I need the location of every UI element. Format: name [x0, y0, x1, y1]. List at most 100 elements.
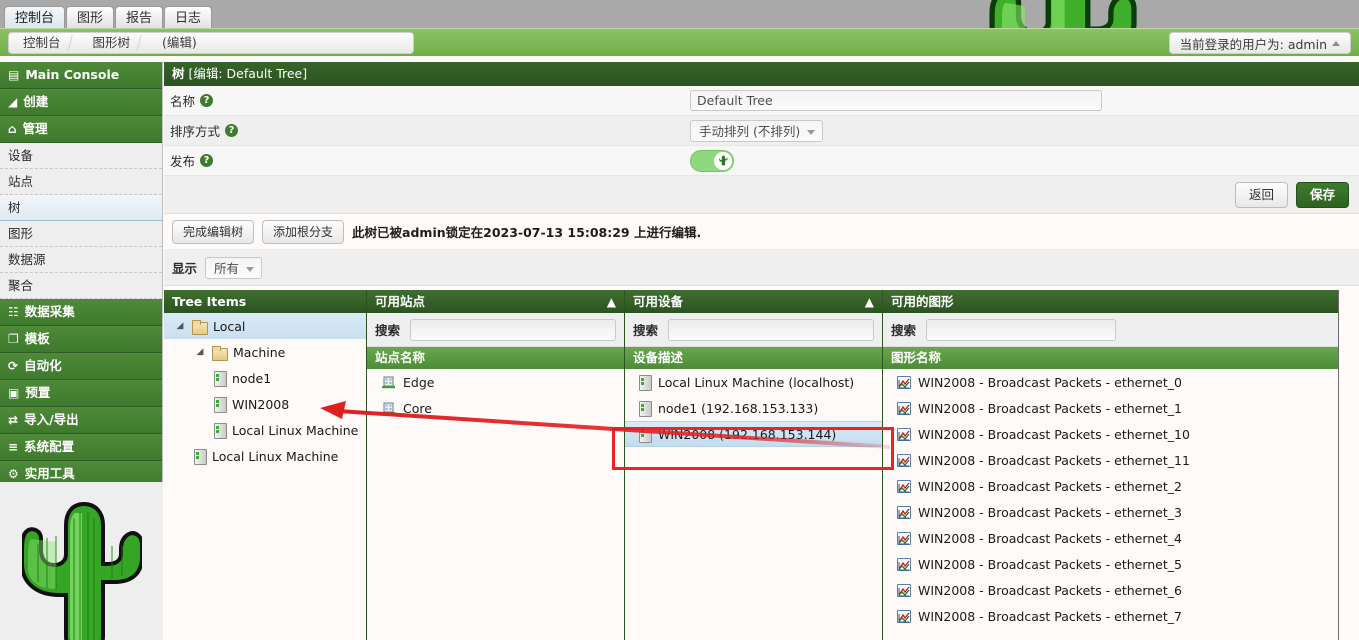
sidebar-create[interactable]: ◢ 创建	[0, 89, 162, 116]
list-item[interactable]: Local Linux Machine (localhost)	[625, 369, 882, 395]
sidebar-label: 数据采集	[24, 304, 75, 319]
sidebar-item-devices[interactable]: 设备	[0, 143, 162, 169]
sort-label: 排序方式	[170, 124, 221, 139]
sidebar-item-graphs[interactable]: 图形	[0, 221, 162, 247]
graph-label: WIN2008 - Broadcast Packets - ethernet_5	[918, 556, 1182, 572]
help-icon[interactable]: ?	[200, 154, 214, 167]
devices-search-input[interactable]	[668, 318, 874, 341]
show-filter-value: 所有	[214, 261, 240, 276]
sidebar-presets[interactable]: ▣ 预置	[0, 380, 162, 407]
help-icon[interactable]: ?	[225, 124, 239, 137]
graphs-search-label: 搜索	[891, 323, 917, 338]
list-item[interactable]: WIN2008 - Broadcast Packets - ethernet_6	[883, 577, 1338, 603]
graph-label: WIN2008 - Broadcast Packets - ethernet_1…	[918, 452, 1190, 468]
breadcrumb-bar: 控制台 图形树 (编辑) 当前登录的用户为: admin	[0, 28, 1359, 56]
tree-name-input[interactable]	[690, 90, 1102, 111]
list-item[interactable]: Core	[367, 395, 624, 421]
panel-title: 可用设备	[633, 293, 684, 309]
devices-list: Local Linux Machine (localhost) node1 (1…	[625, 369, 882, 640]
graph-icon	[897, 583, 911, 597]
back-button[interactable]: 返回	[1234, 181, 1288, 208]
book-icon: ▤	[8, 68, 20, 82]
panel-available-sites: 可用站点 ▲ 搜索 站点名称 Edge Core	[367, 290, 625, 640]
graphs-list: WIN2008 - Broadcast Packets - ethernet_0…	[883, 369, 1338, 640]
breadcrumb-item-graph-tree[interactable]: 图形树	[79, 33, 149, 53]
sidebar-item-trees[interactable]: 树	[0, 195, 162, 221]
sidebar-configuration[interactable]: ≡ 系统配置	[0, 434, 162, 461]
sidebar-item-datasources[interactable]: 数据源	[0, 247, 162, 273]
sidebar-label: 管理	[22, 121, 48, 136]
current-user-menu[interactable]: 当前登录的用户为: admin	[1168, 32, 1351, 54]
sidebar-templates[interactable]: ❐ 模板	[0, 326, 162, 353]
graph-icon	[897, 375, 911, 389]
device-label: node1 (192.168.153.133)	[658, 400, 819, 416]
devices-search-row: 搜索	[625, 313, 882, 347]
graph-icon	[897, 427, 911, 441]
panel-tree-items: Tree Items ◢ Local ◢ Machine node1 WIN20…	[164, 290, 367, 640]
graph-label: WIN2008 - Broadcast Packets - ethernet_4	[918, 530, 1182, 546]
list-item[interactable]: WIN2008 - Broadcast Packets - ethernet_7	[883, 603, 1338, 629]
sidebar-item-sites[interactable]: 站点	[0, 169, 162, 195]
page-title-bold: 树	[172, 66, 185, 81]
graph-label: WIN2008 - Broadcast Packets - ethernet_6	[918, 582, 1182, 598]
sliders-icon: ≡	[8, 440, 19, 454]
sidebar-item-aggregates[interactable]: 聚合	[0, 273, 162, 299]
breadcrumb-item-console[interactable]: 控制台	[9, 33, 79, 53]
tree-node-local[interactable]: ◢ Local	[164, 313, 366, 339]
tab-logs[interactable]: 日志	[164, 6, 213, 28]
save-button[interactable]: 保存	[1295, 181, 1349, 208]
list-item[interactable]: WIN2008 - Broadcast Packets - ethernet_1	[883, 395, 1338, 421]
tree-node-machine[interactable]: ◢ Machine	[164, 339, 366, 365]
list-item[interactable]: WIN2008 - Broadcast Packets - ethernet_3	[883, 499, 1338, 525]
template-icon: ❐	[8, 332, 19, 346]
twisty-open-icon[interactable]: ◢	[194, 347, 206, 357]
sidebar-automation[interactable]: ⟳ 自动化	[0, 353, 162, 380]
graph-label: WIN2008 - Broadcast Packets - ethernet_1	[918, 400, 1182, 416]
graph-icon	[897, 531, 911, 545]
device-icon	[214, 371, 227, 387]
finish-edit-tree-button[interactable]: 完成编辑树	[172, 219, 255, 244]
graphs-search-input[interactable]	[926, 318, 1117, 341]
add-root-branch-button[interactable]: 添加根分支	[262, 219, 345, 244]
list-item[interactable]: WIN2008 - Broadcast Packets - ethernet_0	[883, 369, 1338, 395]
help-icon[interactable]: ?	[200, 94, 214, 107]
list-item[interactable]: node1 (192.168.153.133)	[625, 395, 882, 421]
panel-tree-items-header: Tree Items	[164, 290, 366, 313]
list-item[interactable]: WIN2008 - Broadcast Packets - ethernet_1…	[883, 447, 1338, 473]
device-icon	[639, 401, 652, 417]
list-item[interactable]: WIN2008 - Broadcast Packets - ethernet_4	[883, 525, 1338, 551]
sites-search-input[interactable]	[410, 318, 616, 341]
publish-toggle[interactable]	[690, 149, 734, 172]
twisty-open-icon[interactable]: ◢	[174, 321, 186, 331]
tree-node-local-linux-machine[interactable]: Local Linux Machine	[164, 443, 366, 469]
device-icon	[194, 449, 207, 465]
collapse-up-icon[interactable]: ▲	[865, 296, 874, 308]
tab-reports[interactable]: 报告	[115, 6, 164, 28]
list-item-selected[interactable]: WIN2008 (192.168.153.144)	[625, 421, 882, 447]
sort-method-select[interactable]: 手动排列 (不排列)	[690, 119, 824, 142]
list-item[interactable]: WIN2008 - Broadcast Packets - ethernet_2	[883, 473, 1338, 499]
sort-label-group: 排序方式 ?	[170, 121, 690, 140]
tree-node-win2008[interactable]: WIN2008	[164, 391, 366, 417]
show-filter-select[interactable]: 所有	[205, 256, 263, 279]
list-item[interactable]: WIN2008 - Broadcast Packets - ethernet_5	[883, 551, 1338, 577]
breadcrumb-item-edit[interactable]: (编辑)	[148, 33, 215, 53]
site-label: Core	[403, 400, 432, 416]
site-icon	[381, 401, 396, 415]
tree-node-local-linux-machine-child[interactable]: Local Linux Machine	[164, 417, 366, 443]
panel-available-graphs-header: 可用的图形	[883, 290, 1338, 313]
collapse-up-icon[interactable]: ▲	[607, 296, 616, 308]
tab-console[interactable]: 控制台	[4, 6, 66, 28]
graph-icon	[897, 609, 911, 623]
sidebar-data-collection[interactable]: ☷ 数据采集	[0, 299, 162, 326]
list-item[interactable]: WIN2008 - Broadcast Packets - ethernet_1…	[883, 421, 1338, 447]
sidebar-import-export[interactable]: ⇄ 导入/导出	[0, 407, 162, 434]
name-label: 名称	[170, 94, 196, 109]
sidebar-main-console[interactable]: ▤ Main Console	[0, 62, 162, 89]
graph-label: WIN2008 - Broadcast Packets - ethernet_3	[918, 504, 1182, 520]
list-item[interactable]: Edge	[367, 369, 624, 395]
tab-graphs[interactable]: 图形	[66, 6, 115, 28]
sidebar-manage[interactable]: ⌂ 管理	[0, 116, 162, 143]
sidebar-label: 自动化	[24, 358, 62, 373]
tree-node-node1[interactable]: node1	[164, 365, 366, 391]
